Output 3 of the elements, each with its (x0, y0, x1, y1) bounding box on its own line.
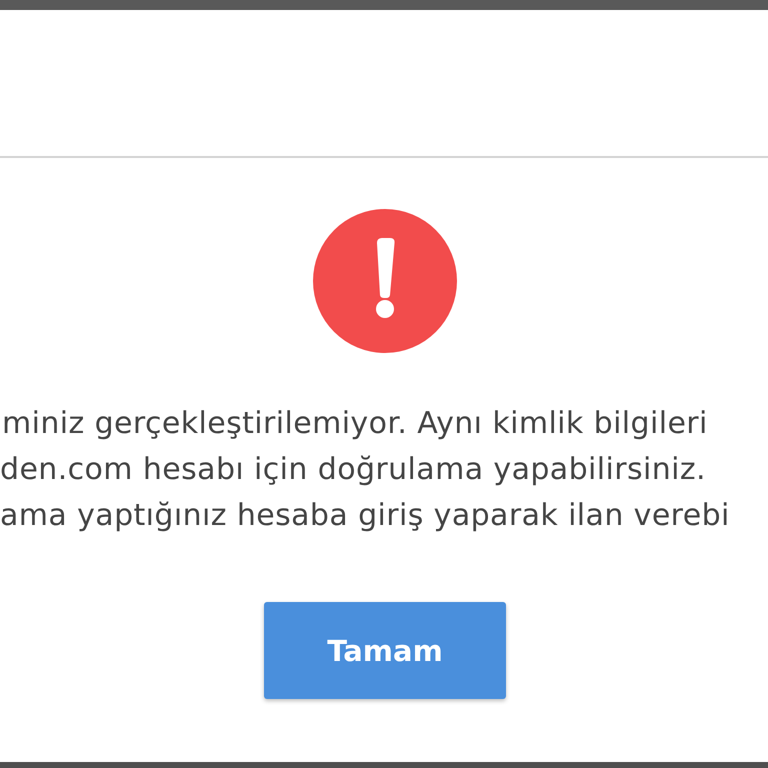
ok-button[interactable]: Tamam (264, 602, 506, 699)
exclamation-icon (313, 209, 457, 353)
error-message: miniz gerçekleştirilemiyor. Aynı kimlik bilgileri den.com hesabı için doğrulama yapabilirsiniz. ama yaptığınız hesaba giriş yaparak ilan verebi (0, 405, 731, 535)
